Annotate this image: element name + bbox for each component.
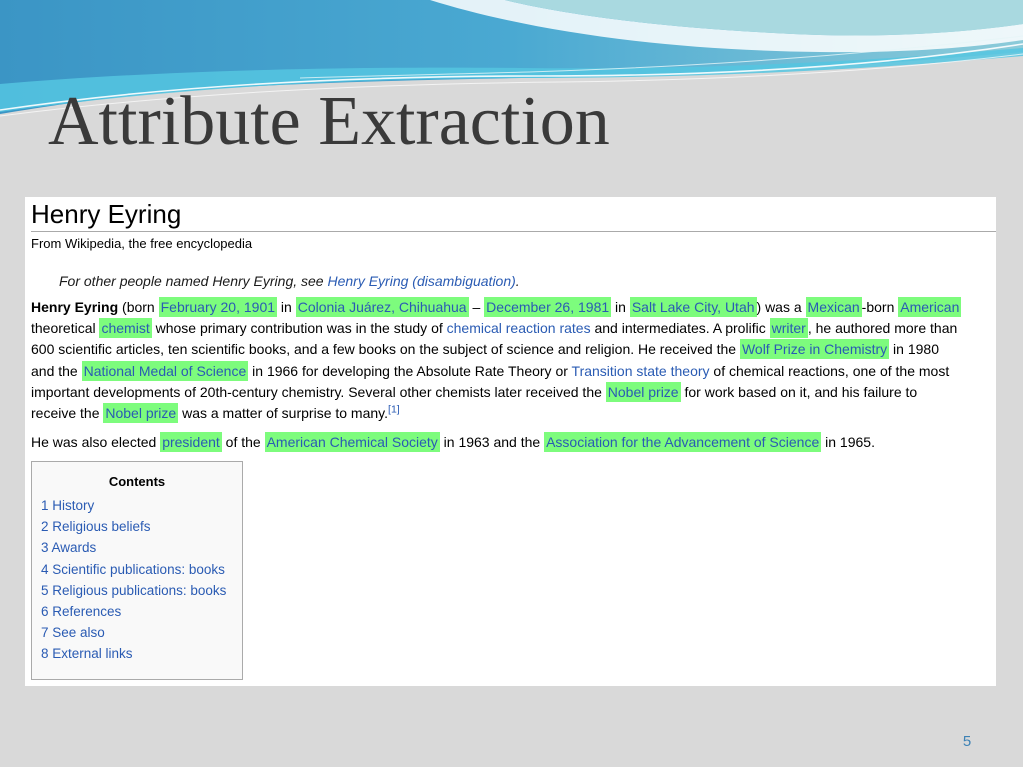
text-run: in bbox=[277, 299, 296, 315]
wikipedia-article-screenshot: Henry Eyring From Wikipedia, the free en… bbox=[25, 197, 996, 686]
highlighted-attribute-link[interactable]: Colonia Juárez, Chihuahua bbox=[295, 297, 469, 317]
text-run: (born bbox=[118, 299, 159, 315]
highlighted-attribute-link[interactable]: Nobel prize bbox=[605, 381, 681, 402]
highlighted-attribute-link[interactable]: chemist bbox=[99, 318, 152, 339]
highlighted-attribute-link[interactable]: February 20, 1901 bbox=[158, 297, 278, 317]
disambiguation-link[interactable]: Henry Eyring (disambiguation) bbox=[327, 273, 515, 289]
paragraph-line: 600 scientific articles, ten scientific … bbox=[31, 339, 961, 360]
text-run: in 1965. bbox=[821, 434, 875, 450]
paragraph-line: He was also elected president of the Ame… bbox=[31, 432, 875, 453]
text-run: of chemical reactions, one of the most bbox=[709, 362, 950, 379]
highlighted-attribute-link[interactable]: Wolf Prize in Chemistry bbox=[739, 339, 890, 360]
highlighted-attribute-link[interactable]: Mexican bbox=[805, 297, 862, 317]
toc-item-see-also[interactable]: 7 See also bbox=[41, 622, 226, 643]
text-run: important developments of 20th-century c… bbox=[31, 383, 606, 400]
paragraph-line: important developments of 20th-century c… bbox=[31, 381, 961, 403]
article-paragraph: He was also elected president of the Ame… bbox=[31, 432, 875, 453]
toc-item-religious-beliefs[interactable]: 2 Religious beliefs bbox=[41, 516, 226, 537]
toc-list: 1 History 2 Religious beliefs 3 Awards 4… bbox=[41, 495, 226, 665]
paragraph-line: theoretical chemist whose primary contri… bbox=[31, 318, 961, 339]
text-run: was a matter of surprise to many. bbox=[178, 404, 389, 421]
highlighted-attribute-link[interactable]: Nobel prize bbox=[103, 402, 179, 423]
paragraph-line: and the National Medal of Science in 196… bbox=[31, 360, 961, 382]
text-run: of the bbox=[221, 434, 265, 450]
text-run: and intermediates. A prolific bbox=[590, 320, 770, 337]
highlighted-attribute-link[interactable]: December 26, 1981 bbox=[484, 297, 612, 317]
text-run: in 1963 and the bbox=[439, 434, 545, 450]
article-subject-bold: Henry Eyring bbox=[31, 299, 119, 315]
highlighted-attribute-link[interactable]: National Medal of Science bbox=[81, 360, 249, 381]
text-run: in 1980 bbox=[889, 341, 939, 358]
slide-number: 5 bbox=[962, 733, 972, 750]
site-subtitle: From Wikipedia, the free encyclopedia bbox=[31, 236, 253, 251]
article-link[interactable]: chemical reaction rates bbox=[447, 320, 591, 336]
highlighted-attribute-link[interactable]: American Chemical Society bbox=[264, 432, 440, 452]
text-run: -born bbox=[861, 299, 899, 315]
paragraph-line: Henry Eyring (born February 20, 1901 in … bbox=[31, 297, 962, 318]
toc-item-external-links[interactable]: 8 External links bbox=[41, 643, 226, 664]
table-of-contents: Contents 1 History 2 Religious beliefs 3… bbox=[31, 461, 243, 680]
paragraph-line: receive the Nobel prize was a matter of … bbox=[31, 402, 961, 424]
toc-title: Contents bbox=[108, 474, 166, 489]
toc-item-scientific-publications[interactable]: 4 Scientific publications: books bbox=[41, 559, 226, 580]
text-run: receive the bbox=[31, 404, 104, 421]
text-run: 600 scientific articles, ten scientific … bbox=[31, 341, 740, 358]
text-run: for work based on it, and his failure to bbox=[680, 383, 918, 400]
toc-item-religious-publications[interactable]: 5 Religious publications: books bbox=[41, 580, 226, 601]
text-run: He was also elected bbox=[31, 434, 161, 450]
text-run: theoretical bbox=[31, 320, 100, 337]
toc-item-awards[interactable]: 3 Awards bbox=[41, 537, 226, 558]
heading-divider bbox=[31, 231, 996, 232]
highlighted-attribute-link[interactable]: president bbox=[160, 432, 222, 452]
text-run: whose primary contribution was in the st… bbox=[151, 320, 447, 337]
hatnote-period: . bbox=[515, 273, 520, 289]
text-run: and the bbox=[31, 362, 82, 379]
article-link[interactable]: Transition state theory bbox=[572, 363, 710, 379]
text-run: in 1966 for developing the Absolute Rate… bbox=[248, 362, 572, 379]
highlighted-attribute-link[interactable]: Association for the Advancement of Scien… bbox=[544, 432, 822, 452]
slide: Attribute Extraction Henry Eyring From W… bbox=[0, 0, 1023, 767]
hatnote-text: For other people named Henry Eyring, see bbox=[59, 273, 328, 289]
text-run: – bbox=[468, 299, 485, 315]
text-run: ) was a bbox=[756, 299, 806, 315]
toc-item-history[interactable]: 1 History bbox=[41, 495, 226, 516]
article-heading: Henry Eyring bbox=[31, 199, 182, 229]
slide-title: Attribute Extraction bbox=[48, 83, 610, 160]
text-run: , he authored more than bbox=[807, 320, 958, 337]
citation-link[interactable]: [1] bbox=[388, 403, 400, 415]
toc-item-references[interactable]: 6 References bbox=[41, 601, 226, 622]
highlighted-attribute-link[interactable]: writer bbox=[769, 318, 808, 339]
highlighted-attribute-link[interactable]: American bbox=[898, 297, 962, 317]
highlighted-attribute-link[interactable]: Salt Lake City, Utah bbox=[629, 297, 757, 317]
hatnote: For other people named Henry Eyring, see… bbox=[59, 271, 520, 291]
article-paragraph: Henry Eyring (born February 20, 1901 in … bbox=[31, 297, 962, 424]
text-run: in bbox=[611, 299, 630, 315]
